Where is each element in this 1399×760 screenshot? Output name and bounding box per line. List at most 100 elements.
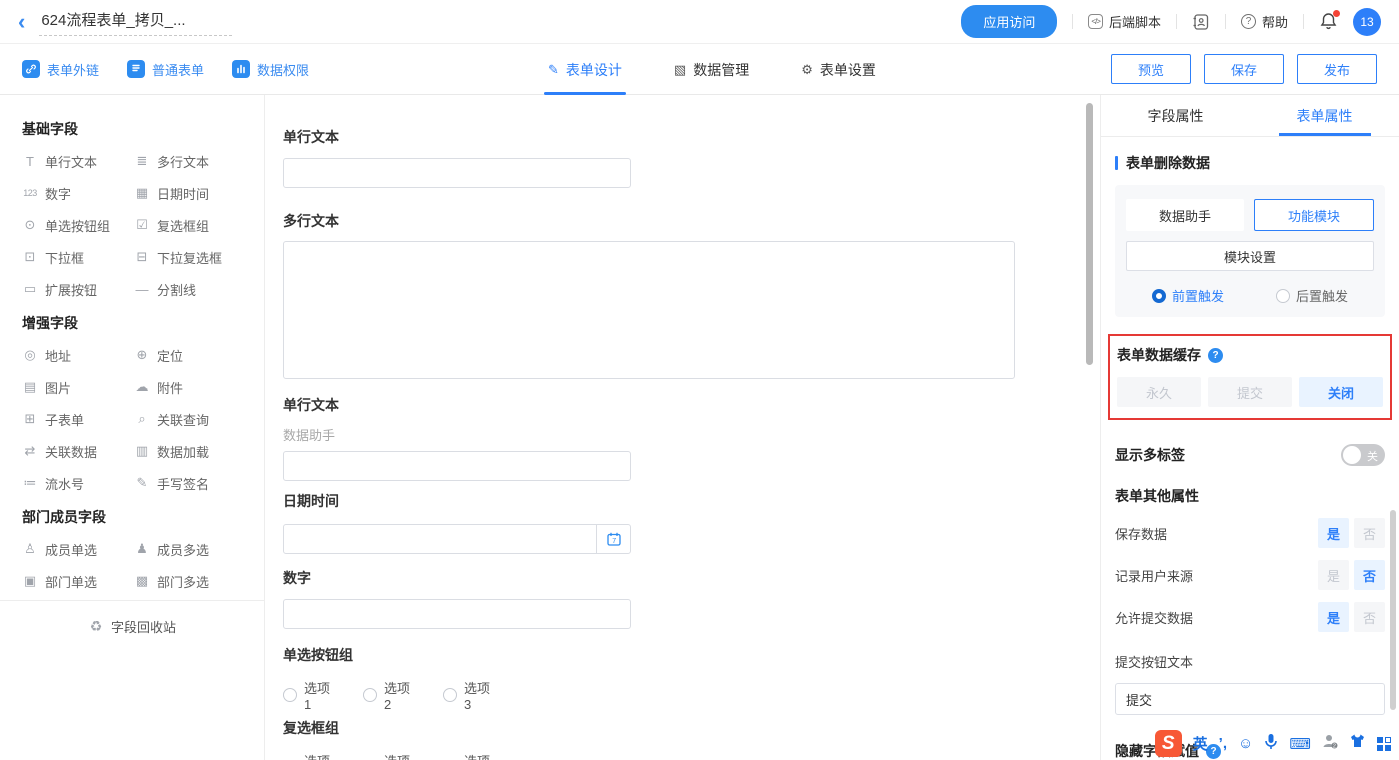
field-item-datetime[interactable]: ▦日期时间 — [134, 177, 238, 209]
field-item-radio-group[interactable]: ⊙单选按钮组 — [22, 209, 126, 241]
checkbox-group-icon: ☑ — [134, 217, 150, 233]
checkbox-option-3[interactable]: 选项3 — [443, 751, 497, 760]
contact-book-icon — [1192, 13, 1210, 31]
field-item-divider-line[interactable]: —分割线 — [134, 273, 238, 305]
record-source-yes[interactable]: 是 — [1318, 560, 1349, 590]
tab-form-design[interactable]: ✎ 表单设计 — [548, 44, 622, 95]
preview-button[interactable]: 预览 — [1111, 54, 1191, 84]
cache-submit-option[interactable]: 提交 — [1208, 377, 1292, 407]
canvas-field-single-line-2[interactable]: 单行文本 数据助手 — [283, 395, 631, 481]
cache-close-option[interactable]: 关闭 — [1299, 377, 1383, 407]
field-item-dept-multi[interactable]: ▩部门多选 — [134, 565, 238, 597]
canvas-field-number[interactable]: 数字 — [283, 568, 631, 629]
field-item-attachment[interactable]: ☁附件 — [134, 371, 238, 403]
save-data-no[interactable]: 否 — [1354, 518, 1385, 548]
field-item-extend-button[interactable]: ▭扩展按钮 — [22, 273, 126, 305]
field-item-multi-dropdown[interactable]: ⊟下拉复选框 — [134, 241, 238, 273]
ime-mic-icon[interactable] — [1264, 733, 1278, 755]
field-item-checkbox-group[interactable]: ☑复选框组 — [134, 209, 238, 241]
panel-scrollbar[interactable] — [1390, 510, 1396, 710]
ime-account-icon[interactable]: 2 — [1322, 733, 1338, 754]
radio-option-1[interactable]: 选项1 — [283, 678, 337, 712]
canvas-field-single-line-1[interactable]: 单行文本 — [283, 127, 631, 188]
single-line-input[interactable] — [283, 158, 631, 188]
ime-toolbox-icon[interactable] — [1377, 737, 1391, 751]
post-trigger-radio[interactable]: 后置触发 — [1276, 286, 1348, 305]
func-module-button[interactable]: 功能模块 — [1254, 199, 1374, 231]
ime-lang-toggle[interactable]: 英 — [1193, 733, 1208, 754]
field-item-dropdown[interactable]: ⊡下拉框 — [22, 241, 126, 273]
help-button[interactable]: ? 帮助 — [1241, 12, 1288, 31]
contact-book-button[interactable] — [1192, 13, 1210, 31]
app-access-button[interactable]: 应用访问 — [961, 5, 1057, 38]
canvas-field-radio-group[interactable]: 单选按钮组 选项1 选项2 选项3 — [283, 645, 497, 712]
tab-field-properties[interactable]: 字段属性 — [1101, 95, 1250, 136]
checkbox-option-2[interactable]: 选项2 — [363, 751, 417, 760]
field-item-image[interactable]: ▤图片 — [22, 371, 126, 403]
avatar[interactable]: 13 — [1353, 8, 1381, 36]
field-item-location[interactable]: ⊕定位 — [134, 339, 238, 371]
delete-data-box: 数据助手 功能模块 模块设置 前置触发 后置触发 — [1115, 185, 1385, 317]
save-data-yes[interactable]: 是 — [1318, 518, 1349, 548]
tab-form-properties[interactable]: 表单属性 — [1250, 95, 1399, 136]
ime-emoji-icon[interactable]: ☺ — [1238, 735, 1253, 752]
submit-text-input[interactable] — [1115, 683, 1385, 715]
tab-form-settings[interactable]: ⚙ 表单设置 — [801, 44, 876, 95]
form-title[interactable]: 624流程表单_拷贝_... — [39, 7, 231, 36]
allow-submit-yes[interactable]: 是 — [1318, 602, 1349, 632]
field-item-dept-single[interactable]: ▣部门单选 — [22, 565, 126, 597]
datetime-input[interactable] — [284, 525, 596, 553]
cache-permanent-option[interactable]: 永久 — [1117, 377, 1201, 407]
sogou-logo-icon[interactable]: S — [1155, 730, 1182, 757]
notification-bell[interactable] — [1319, 12, 1338, 31]
allow-submit-no[interactable]: 否 — [1354, 602, 1385, 632]
cache-help-icon[interactable]: ? — [1208, 348, 1223, 363]
canvas-field-checkbox-group[interactable]: 复选框组 选项1 选项2 选项3 — [283, 718, 497, 760]
canvas-field-multi-line[interactable]: 多行文本 — [283, 211, 1015, 384]
field-item-serial-number[interactable]: ≔流水号 — [22, 467, 126, 499]
field-item-single-line-text[interactable]: T单行文本 — [22, 145, 126, 177]
field-item-address[interactable]: ◎地址 — [22, 339, 126, 371]
publish-button[interactable]: 发布 — [1297, 54, 1377, 84]
field-item-member-multi[interactable]: ♟成员多选 — [134, 533, 238, 565]
ime-skin-icon[interactable] — [1349, 733, 1366, 754]
multi-tab-toggle[interactable]: 关 — [1341, 444, 1385, 466]
checkbox-option-1[interactable]: 选项1 — [283, 751, 337, 760]
save-button[interactable]: 保存 — [1204, 54, 1284, 84]
field-item-linked-data[interactable]: ⇄关联数据 — [22, 435, 126, 467]
field-sublabel: 数据助手 — [283, 425, 631, 444]
multi-line-textarea[interactable] — [283, 241, 1015, 379]
datetime-icon: ▦ — [134, 185, 150, 201]
field-item-subform[interactable]: ⊞子表单 — [22, 403, 126, 435]
calendar-icon: 7 — [606, 531, 622, 547]
ime-keyboard-icon[interactable]: ⌨ — [1289, 735, 1311, 753]
module-setting-button[interactable]: 模块设置 — [1126, 241, 1374, 271]
divider — [1303, 14, 1304, 29]
radio-option-3[interactable]: 选项3 — [443, 678, 497, 712]
pre-trigger-radio[interactable]: 前置触发 — [1152, 286, 1224, 305]
field-item-number[interactable]: 123数字 — [22, 177, 126, 209]
canvas-scrollbar[interactable] — [1086, 103, 1093, 365]
field-item-linked-query[interactable]: ⌕关联查询 — [134, 403, 238, 435]
canvas-field-datetime[interactable]: 日期时间 7 — [283, 491, 631, 554]
field-item-multi-line-text[interactable]: ≣多行文本 — [134, 145, 238, 177]
member-multi-icon: ♟ — [134, 541, 150, 557]
calendar-picker-button[interactable]: 7 — [596, 525, 630, 553]
radio-option-2[interactable]: 选项2 — [363, 678, 417, 712]
field-recycle-bin[interactable]: ♻ 字段回收站 — [0, 600, 264, 652]
number-input[interactable] — [283, 599, 631, 629]
field-item-data-load[interactable]: ▥数据加载 — [134, 435, 238, 467]
back-icon[interactable]: ‹ — [18, 11, 25, 33]
field-item-signature[interactable]: ✎手写签名 — [134, 467, 238, 499]
data-permission-button[interactable]: 数据权限 — [232, 60, 309, 79]
field-item-member-single[interactable]: ♙成员单选 — [22, 533, 126, 565]
subform-icon: ⊞ — [22, 411, 38, 427]
data-helper-button[interactable]: 数据助手 — [1126, 199, 1244, 231]
plain-form-button[interactable]: 普通表单 — [127, 60, 204, 79]
tab-data-manage[interactable]: ▧ 数据管理 — [674, 44, 749, 95]
backend-script-button[interactable]: </> 后端脚本 — [1088, 12, 1161, 31]
external-link-button[interactable]: 表单外链 — [22, 60, 99, 79]
single-line-input[interactable] — [283, 451, 631, 481]
record-source-no[interactable]: 否 — [1354, 560, 1385, 590]
ime-punctuation-icon[interactable]: ’, — [1219, 735, 1227, 752]
